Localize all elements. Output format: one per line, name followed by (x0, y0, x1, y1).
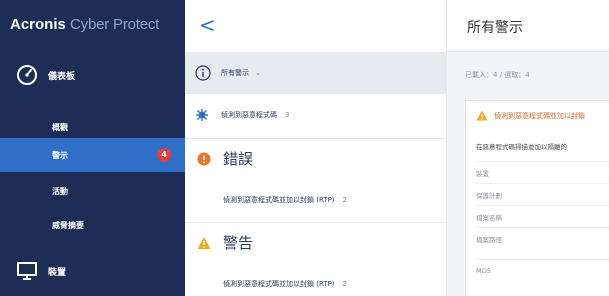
warning-section-title: 警告 (223, 234, 254, 252)
list-item-malware-detected[interactable]: 偵測到惡意程式碼 3 (185, 104, 447, 126)
brand-product: Cyber Protect (70, 16, 160, 33)
nav-devices[interactable]: 裝置 (0, 254, 185, 288)
error-section-header: 錯誤 (185, 138, 447, 178)
alert-card-header: 偵測到惡意程式碼並加以封鎖 (476, 110, 585, 121)
alert-field-file-name: 檔案名稱 (476, 205, 609, 227)
nav-dashboard-label: 儀表板 (48, 71, 76, 82)
alert-field-file-path: 檔案路徑 (476, 227, 609, 249)
alert-filter-row[interactable]: 所有警示 ⌄ (185, 52, 447, 94)
alert-filter-label: 所有警示 (221, 69, 249, 77)
list-item-count: 3 (285, 111, 290, 119)
page-title: 所有警示 (467, 20, 523, 36)
list-item-warning-rtp[interactable]: 偵測到惡意程式碼並加以封鎖 (RTP) 2 (185, 274, 447, 294)
nav-devices-label: 裝置 (48, 267, 67, 278)
alert-list-panel: < 所有警示 ⌄ 偵測到惡意程式碼 3 錯誤 偵測到惡意程式碼並加以封鎖 (RT… (185, 0, 447, 296)
alert-card-title: 偵測到惡意程式碼並加以封鎖 (494, 111, 585, 120)
warning-icon (197, 236, 211, 249)
list-item-text: 偵測到惡意程式碼 (221, 111, 277, 119)
list-item-count: 2 (342, 196, 348, 204)
brand-name: Acronis (10, 16, 66, 33)
alert-card-description: 在惡意程式碼掃描並加以隔離的 (476, 143, 567, 151)
info-icon (195, 65, 211, 81)
alert-detail-panel: 所有警示 已載入：4 / 選取：4 偵測到惡意程式碼並加以封鎖 在惡意程式碼掃描… (447, 0, 609, 296)
detail-header: 所有警示 (447, 0, 609, 52)
alert-field-device: 裝置 (476, 161, 609, 183)
nav-dashboard[interactable]: 儀表板 (0, 58, 185, 92)
sidebar: Acronis Cyber Protect 儀表板 概觀 警示 4 活動 威脅摘… (0, 0, 185, 296)
selection-status: 已載入：4 / 選取：4 (465, 71, 530, 79)
sidebar-item-alerts[interactable]: 警示 4 (0, 138, 185, 172)
alert-field-plan: 保護計劃 (476, 183, 609, 205)
sidebar-item-threat-feed[interactable]: 威脅摘要 (0, 208, 185, 242)
error-section-title: 錯誤 (223, 150, 254, 168)
list-item-error-rtp[interactable]: 偵測到惡意程式碼並加以封鎖 (RTP) 2 (185, 190, 447, 210)
error-icon (197, 152, 211, 165)
dashboard-gauge-icon (17, 65, 37, 85)
back-chevron-icon[interactable]: < (199, 14, 219, 38)
sidebar-item-activities[interactable]: 活動 (0, 174, 185, 208)
chevron-down-icon: ⌄ (255, 69, 261, 77)
list-item-text: 偵測到惡意程式碼並加以封鎖 (RTP) (223, 196, 335, 204)
list-item-count: 2 (342, 280, 348, 288)
sidebar-item-label: 概觀 (52, 122, 68, 132)
alert-field-md5: MD5 (476, 259, 609, 281)
alert-count-badge: 4 (157, 148, 171, 162)
monitor-icon (17, 262, 37, 280)
list-item-text: 偵測到惡意程式碼並加以封鎖 (RTP) (223, 280, 335, 288)
brand-logo: Acronis Cyber Protect (10, 16, 159, 36)
alert-card[interactable]: 偵測到惡意程式碼並加以封鎖 在惡意程式碼掃描並加以隔離的 裝置 保護計劃 檔案名… (465, 100, 609, 296)
warning-section-header: 警告 (185, 222, 447, 262)
sidebar-item-label: 活動 (52, 186, 68, 196)
sidebar-item-label: 警示 (52, 150, 68, 160)
virus-icon (196, 109, 208, 121)
sidebar-item-label: 威脅摘要 (52, 220, 84, 230)
warning-icon (476, 110, 488, 121)
